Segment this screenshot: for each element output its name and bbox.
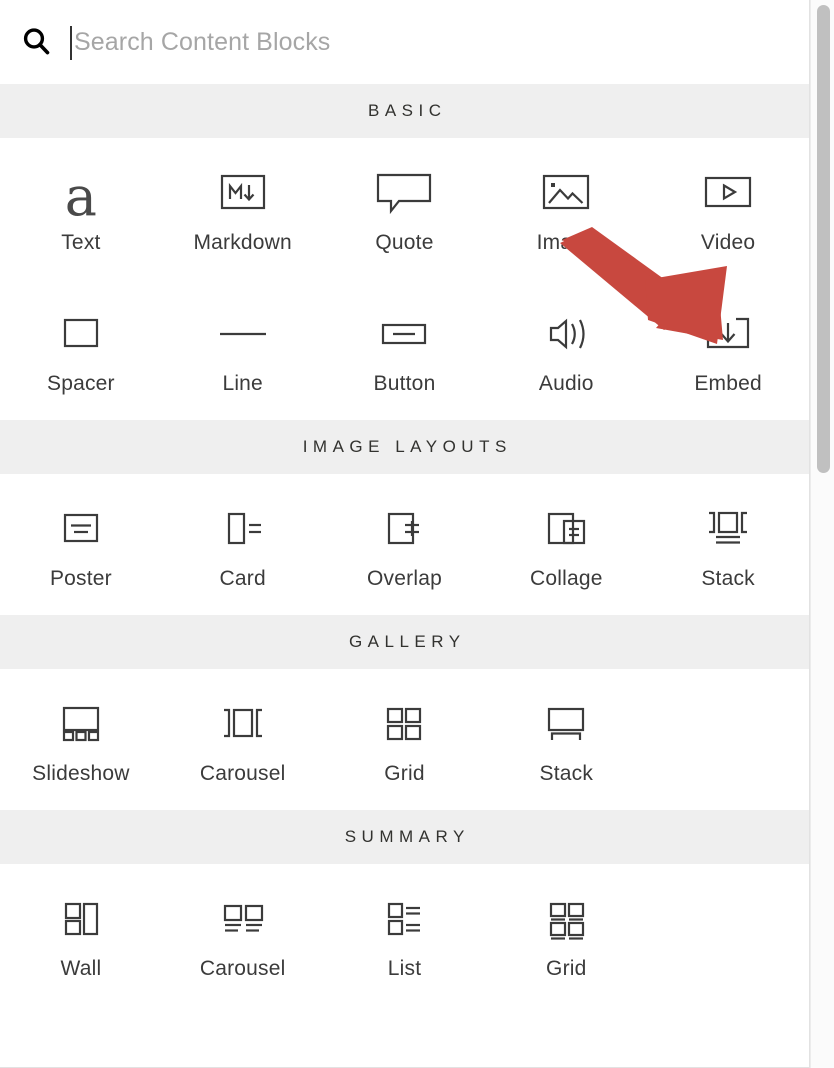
scrollbar-thumb[interactable] bbox=[817, 5, 830, 473]
block-label: Carousel bbox=[199, 957, 286, 980]
summary-list-icon bbox=[375, 888, 433, 950]
play-frame-icon bbox=[699, 162, 757, 224]
block-label: Stack bbox=[701, 567, 755, 590]
horizontal-line-icon bbox=[212, 303, 274, 365]
slideshow-icon bbox=[52, 693, 110, 755]
button-frame-icon bbox=[375, 303, 433, 365]
block-label: Text bbox=[61, 231, 101, 254]
overlap-icon bbox=[375, 498, 433, 560]
block-label: Poster bbox=[49, 567, 112, 590]
picture-icon bbox=[537, 162, 595, 224]
block-overlap[interactable]: Overlap bbox=[324, 474, 486, 615]
carousel-brackets-icon bbox=[212, 693, 274, 755]
block-grid-summary: Wall Carousel List Grid bbox=[0, 864, 809, 1005]
block-quote[interactable]: Quote bbox=[324, 138, 486, 279]
gallery-stack-icon bbox=[537, 693, 595, 755]
block-wall[interactable]: Wall bbox=[0, 864, 162, 1005]
poster-icon bbox=[52, 498, 110, 560]
block-label: Line bbox=[222, 372, 263, 395]
block-carousel-gallery[interactable]: Carousel bbox=[162, 669, 324, 810]
block-grid-gallery-item[interactable]: Grid bbox=[324, 669, 486, 810]
block-audio[interactable]: Audio bbox=[485, 279, 647, 420]
speech-bubble-icon bbox=[373, 162, 435, 224]
block-label: Grid bbox=[384, 762, 425, 785]
block-empty-slot bbox=[647, 864, 809, 1005]
block-carousel-summary[interactable]: Carousel bbox=[162, 864, 324, 1005]
block-label: Stack bbox=[539, 762, 594, 785]
block-collage[interactable]: Collage bbox=[485, 474, 647, 615]
block-label: Overlap bbox=[367, 567, 442, 590]
block-video[interactable]: Video bbox=[647, 138, 809, 279]
block-poster[interactable]: Poster bbox=[0, 474, 162, 615]
markdown-icon bbox=[214, 162, 272, 224]
block-label: Video bbox=[700, 231, 756, 254]
block-grid-gallery: Slideshow Carousel Grid Stack bbox=[0, 669, 809, 810]
section-title: SUMMARY bbox=[344, 827, 470, 846]
block-list-summary[interactable]: List bbox=[324, 864, 486, 1005]
letter-a-icon: a bbox=[64, 165, 97, 228]
block-label: Embed bbox=[694, 372, 762, 395]
vertical-scrollbar[interactable] bbox=[810, 0, 834, 1068]
stack-brackets-icon bbox=[697, 498, 759, 560]
block-stack-gallery[interactable]: Stack bbox=[485, 669, 647, 810]
block-grid-basic: a Text Markdown Quote Image Video Spacer… bbox=[0, 138, 809, 420]
block-label: Grid bbox=[546, 957, 587, 980]
block-text[interactable]: a Text bbox=[0, 138, 162, 279]
block-markdown[interactable]: Markdown bbox=[162, 138, 324, 279]
speaker-waves-icon bbox=[536, 303, 596, 365]
download-bracket-icon bbox=[699, 303, 757, 365]
section-header-basic: BASIC bbox=[0, 84, 809, 138]
section-header-gallery: GALLERY bbox=[0, 615, 809, 669]
section-title: IMAGE LAYOUTS bbox=[302, 437, 512, 456]
search-icon[interactable] bbox=[16, 21, 58, 63]
block-line[interactable]: Line bbox=[162, 279, 324, 420]
block-label: Slideshow bbox=[32, 762, 130, 785]
block-label: Markdown bbox=[193, 231, 292, 254]
section-header-image-layouts: IMAGE LAYOUTS bbox=[0, 420, 809, 474]
block-image[interactable]: Image bbox=[485, 138, 647, 279]
collage-icon bbox=[537, 498, 595, 560]
search-input[interactable]: Search Content Blocks bbox=[58, 19, 809, 65]
block-grid-image-layouts: Poster Card Overlap Collage Stack bbox=[0, 474, 809, 615]
picker-panel: Search Content Blocks BASIC a Text Markd… bbox=[0, 0, 810, 1068]
block-card[interactable]: Card bbox=[162, 474, 324, 615]
section-title: BASIC bbox=[367, 101, 447, 120]
block-label: Spacer bbox=[47, 372, 115, 395]
block-label: Button bbox=[373, 372, 436, 395]
block-label: Quote bbox=[375, 231, 434, 254]
block-label: List bbox=[387, 957, 422, 980]
block-label: Carousel bbox=[199, 762, 286, 785]
content-block-picker: Search Content Blocks BASIC a Text Markd… bbox=[0, 0, 834, 1068]
search-bar[interactable]: Search Content Blocks bbox=[0, 0, 809, 84]
search-placeholder: Search Content Blocks bbox=[74, 27, 331, 56]
block-empty-slot bbox=[647, 669, 809, 810]
block-stack-layout[interactable]: Stack bbox=[647, 474, 809, 615]
block-slideshow[interactable]: Slideshow bbox=[0, 669, 162, 810]
block-button[interactable]: Button bbox=[324, 279, 486, 420]
block-spacer[interactable]: Spacer bbox=[0, 279, 162, 420]
card-icon bbox=[214, 498, 272, 560]
block-label: Image bbox=[536, 231, 596, 254]
section-title: GALLERY bbox=[348, 632, 466, 651]
section-header-summary: SUMMARY bbox=[0, 810, 809, 864]
block-label: Audio bbox=[538, 372, 594, 395]
grid-four-icon bbox=[375, 693, 433, 755]
block-label: Card bbox=[219, 567, 266, 590]
block-label: Collage bbox=[529, 567, 603, 590]
text-caret bbox=[70, 26, 72, 60]
summary-grid-icon bbox=[537, 888, 595, 950]
block-label: Wall bbox=[60, 957, 102, 980]
block-grid-summary-item[interactable]: Grid bbox=[485, 864, 647, 1005]
empty-square-icon bbox=[52, 303, 110, 365]
wall-icon bbox=[52, 888, 110, 950]
block-embed[interactable]: Embed bbox=[647, 279, 809, 420]
summary-carousel-icon bbox=[212, 888, 274, 950]
